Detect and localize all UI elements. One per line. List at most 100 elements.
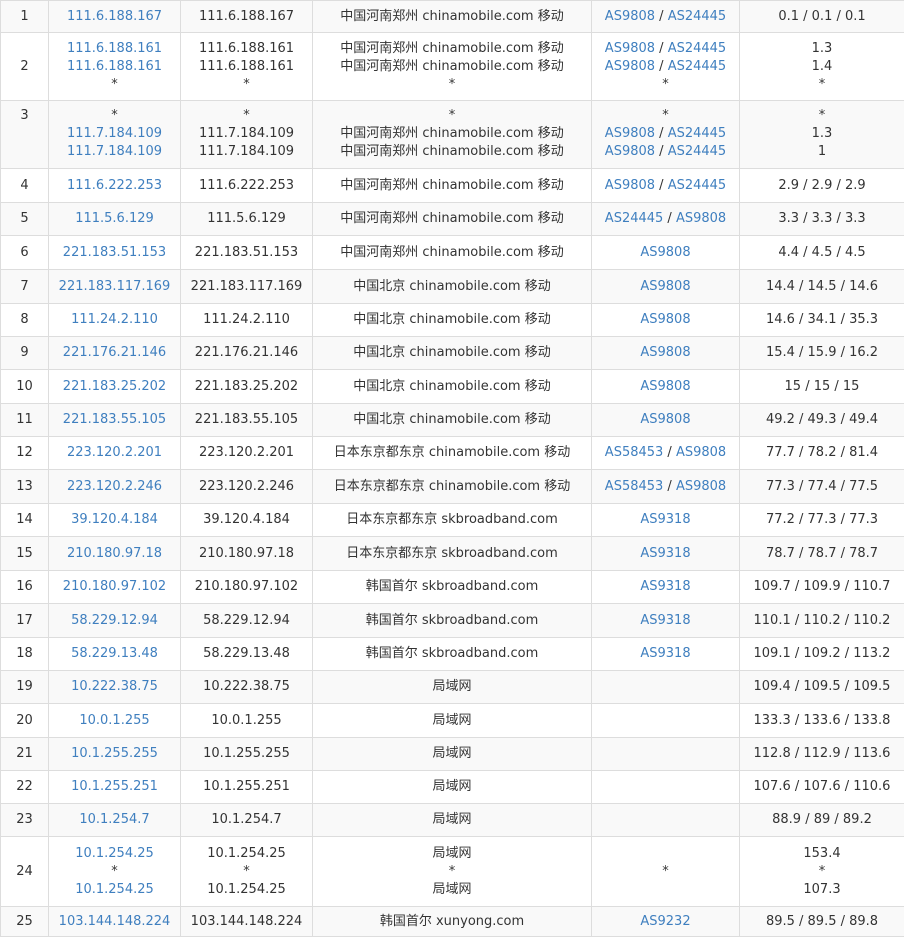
rtt-cell: 4.4 / 4.5 / 4.5 [740,236,904,270]
ip-cell: 10.1.254.25*10.1.254.25 [49,837,181,907]
as-link[interactable]: AS24445 [668,9,727,24]
as-link[interactable]: AS9318 [640,613,690,628]
as-link[interactable]: AS9318 [640,646,690,661]
location-text: 中国河南郑州 chinamobile.com 移动 [340,9,563,24]
as-link[interactable]: AS9318 [640,546,690,561]
as-link[interactable]: AS9808 [605,41,655,56]
ip-link[interactable]: 111.6.188.167 [67,9,162,24]
hop-row: 16210.180.97.102210.180.97.102韩国首尔 skbro… [1,571,904,604]
rtt-cell: 107.6 / 107.6 / 110.6 [740,771,904,804]
ip-link[interactable]: 39.120.4.184 [71,512,158,527]
ip-link[interactable]: 223.120.2.201 [67,445,162,460]
as-link[interactable]: AS9318 [640,512,690,527]
as-link[interactable]: AS9808 [640,312,690,327]
ip-link[interactable]: 10.0.1.255 [79,713,149,728]
ip-link[interactable]: 221.183.25.202 [63,379,166,394]
as-separator: / [663,211,676,226]
ip-cell: 221.183.51.153 [49,236,181,270]
ip-link[interactable]: 58.229.12.94 [71,613,158,628]
as-link[interactable]: AS24445 [668,126,727,141]
ip-link[interactable]: 10.1.254.25 [75,882,154,897]
rtt-line: 4.4 / 4.5 / 4.5 [778,245,865,260]
as-link[interactable]: AS9808 [676,479,726,494]
hop-row: 4111.6.222.253111.6.222.253中国河南郑州 chinam… [1,169,904,203]
as-link[interactable]: AS9808 [676,445,726,460]
as-link[interactable]: AS24445 [668,59,727,74]
hostname-line: 111.6.188.161 [181,40,312,58]
location-line: 中国河南郑州 chinamobile.com 移动 [340,211,563,226]
location-text: 局域网 [432,882,471,897]
location-line: 局域网 [432,812,471,827]
ip-link[interactable]: 10.1.254.25 [75,846,154,861]
as-link[interactable]: AS9808 [676,211,726,226]
hop-number-cell: 11 [1,404,49,437]
location-line: 中国河南郑州 chinamobile.com 移动 [313,58,591,76]
location-line: 韩国首尔 skbroadband.com [366,613,539,628]
as-link[interactable]: AS9808 [640,379,690,394]
ip-link[interactable]: 111.6.188.161 [67,59,162,74]
as-link[interactable]: AS9318 [640,579,690,594]
as-link[interactable]: AS9808 [640,279,690,294]
ip-link[interactable]: 223.120.2.246 [67,479,162,494]
hop-number-cell: 23 [1,804,49,837]
as-cell: AS9808 [592,236,740,270]
hostname-line: 58.229.12.94 [203,613,290,628]
ip-link[interactable]: 111.7.184.109 [67,144,162,159]
rtt-line: 77.7 / 78.2 / 81.4 [766,445,878,460]
hostname-cell: 103.144.148.224 [181,907,313,937]
as-link[interactable]: AS58453 [605,445,664,460]
as-cell: AS9318 [592,537,740,571]
rtt-text: 1.4 [812,59,833,74]
ip-link[interactable]: 10.1.255.255 [71,746,158,761]
hostname-cell: 111.5.6.129 [181,203,313,236]
ip-link[interactable]: 210.180.97.102 [63,579,166,594]
as-link[interactable]: AS24445 [668,178,727,193]
ip-line: 10.1.255.251 [71,779,158,794]
ip-link[interactable]: 221.176.21.146 [63,345,166,360]
hop-number: 1 [20,9,28,24]
rtt-text: * [819,864,826,879]
ip-link[interactable]: 111.7.184.109 [67,126,162,141]
ip-link[interactable]: 10.1.255.251 [71,779,158,794]
ip-cell: 10.222.38.75 [49,671,181,704]
ip-link[interactable]: 10.1.254.7 [79,812,149,827]
as-link[interactable]: AS9232 [640,914,690,929]
location-cell: 日本东京都东京 skbroadband.com [313,537,592,571]
ip-link[interactable]: 103.144.148.224 [59,914,171,929]
ip-link[interactable]: 111.6.188.161 [67,41,162,56]
ip-cell: 221.183.117.169 [49,270,181,304]
as-link[interactable]: AS9808 [605,126,655,141]
ip-link[interactable]: 210.180.97.18 [67,546,162,561]
as-link[interactable]: AS24445 [668,144,727,159]
as-line: AS58453 / AS9808 [605,479,726,494]
as-link[interactable]: AS9808 [605,59,655,74]
ip-link[interactable]: 221.183.55.105 [63,412,166,427]
ip-link[interactable]: 111.6.222.253 [67,178,162,193]
as-link[interactable]: AS58453 [605,479,664,494]
hop-number-cell: 2 [1,33,49,101]
location-text: 中国北京 chinamobile.com 移动 [353,312,550,327]
ip-link[interactable]: 221.183.51.153 [63,245,166,260]
ip-link[interactable]: 111.24.2.110 [71,312,158,327]
hostname-line: 10.0.1.255 [211,713,281,728]
rtt-line: 112.8 / 112.9 / 113.6 [754,746,891,761]
ip-link[interactable]: 111.5.6.129 [75,211,154,226]
ip-link[interactable]: 221.183.117.169 [59,279,171,294]
ip-link[interactable]: 10.222.38.75 [71,679,158,694]
rtt-line: 89.5 / 89.5 / 89.8 [766,914,878,929]
location-cell: 中国北京 chinamobile.com 移动 [313,337,592,370]
hop-number: 25 [16,914,33,929]
as-link[interactable]: AS24445 [605,211,664,226]
as-link[interactable]: AS9808 [640,345,690,360]
as-line: AS9808 / AS24445 [605,178,726,193]
as-link[interactable]: AS9808 [640,412,690,427]
hostname-text: 111.6.222.253 [199,178,294,193]
as-link[interactable]: AS24445 [668,41,727,56]
as-link[interactable]: AS9808 [640,245,690,260]
as-link[interactable]: AS9808 [605,178,655,193]
ip-link[interactable]: 58.229.13.48 [71,646,158,661]
as-link[interactable]: AS9808 [605,9,655,24]
as-link[interactable]: AS9808 [605,144,655,159]
hop-number: 21 [16,746,33,761]
as-separator: / [663,445,676,460]
